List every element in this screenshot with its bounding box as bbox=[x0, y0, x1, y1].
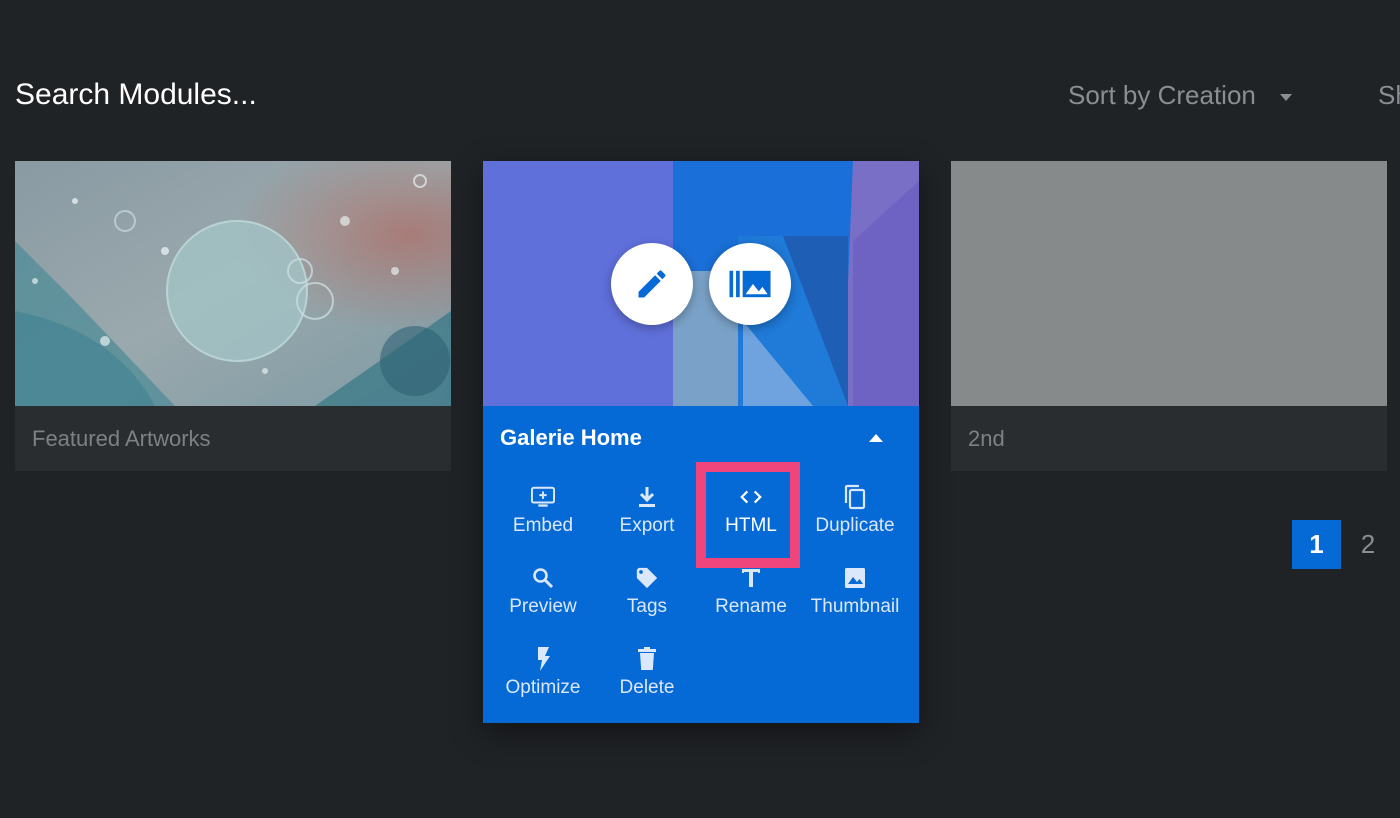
html-action[interactable]: HTML bbox=[696, 462, 803, 568]
edit-button[interactable] bbox=[611, 243, 693, 325]
sort-dropdown[interactable]: Sort by Creation bbox=[1068, 80, 1292, 111]
action-label: Preview bbox=[509, 595, 577, 617]
module-title: 2nd bbox=[968, 425, 1005, 451]
optimize-action[interactable]: Optimize bbox=[491, 632, 595, 713]
tags-action[interactable]: Tags bbox=[595, 551, 699, 632]
module-card[interactable]: Featured Artworks bbox=[15, 161, 451, 471]
action-label: Optimize bbox=[505, 676, 581, 698]
bolt-icon bbox=[531, 646, 555, 671]
tag-icon bbox=[635, 566, 659, 590]
pagination: 1 2 bbox=[1292, 520, 1388, 569]
cutoff-control[interactable]: Sh bbox=[1378, 80, 1400, 111]
page-2-button[interactable]: 2 bbox=[1348, 520, 1388, 569]
action-label: Export bbox=[619, 514, 675, 536]
monitor-plus-icon bbox=[531, 485, 555, 509]
duplicate-action[interactable]: Duplicate bbox=[803, 470, 907, 551]
architecture-image bbox=[483, 161, 919, 406]
sort-label: Sort by Creation bbox=[1068, 80, 1256, 110]
bubbles-artwork-image bbox=[15, 161, 451, 406]
delete-action[interactable]: Delete bbox=[595, 632, 699, 713]
preview-action[interactable]: Preview bbox=[491, 551, 595, 632]
export-action[interactable]: Export bbox=[595, 470, 699, 551]
gallery-button[interactable] bbox=[709, 243, 791, 325]
embed-action[interactable]: Embed bbox=[491, 470, 595, 551]
gallery-icon bbox=[729, 270, 771, 298]
module-header: Galerie Home bbox=[483, 406, 919, 470]
search-icon bbox=[531, 566, 555, 590]
action-label: Thumbnail bbox=[810, 595, 900, 617]
module-actions: Embed Export HTML Duplicate Preview Tags… bbox=[483, 462, 919, 723]
trash-icon bbox=[635, 646, 659, 671]
action-label: HTML bbox=[725, 514, 777, 536]
download-icon bbox=[635, 485, 659, 509]
code-icon bbox=[739, 485, 763, 509]
text-icon bbox=[739, 566, 763, 590]
module-thumbnail bbox=[15, 161, 451, 406]
action-label: Embed bbox=[512, 514, 574, 536]
caret-up-icon[interactable] bbox=[869, 434, 883, 442]
action-label: Rename bbox=[715, 595, 787, 617]
module-card[interactable]: 2nd bbox=[951, 161, 1387, 471]
action-label: Duplicate bbox=[815, 514, 895, 536]
search-modules-input[interactable]: Search Modules... bbox=[15, 78, 257, 112]
action-label: Delete bbox=[619, 676, 675, 698]
module-title: Featured Artworks bbox=[32, 425, 211, 451]
page-1-button[interactable]: 1 bbox=[1292, 520, 1341, 569]
pencil-icon bbox=[638, 270, 666, 298]
module-thumbnail bbox=[483, 161, 919, 406]
caret-down-icon bbox=[1279, 93, 1292, 101]
action-label: Tags bbox=[626, 595, 668, 617]
image-icon bbox=[843, 566, 867, 590]
rename-action[interactable]: Rename bbox=[699, 551, 803, 632]
module-card-expanded[interactable]: Galerie Home Embed Export HTML Duplicate… bbox=[483, 161, 919, 723]
module-title: Galerie Home bbox=[500, 425, 642, 450]
module-thumbnail-placeholder bbox=[951, 161, 1387, 406]
thumbnail-action[interactable]: Thumbnail bbox=[803, 551, 907, 632]
copy-icon bbox=[843, 484, 867, 509]
